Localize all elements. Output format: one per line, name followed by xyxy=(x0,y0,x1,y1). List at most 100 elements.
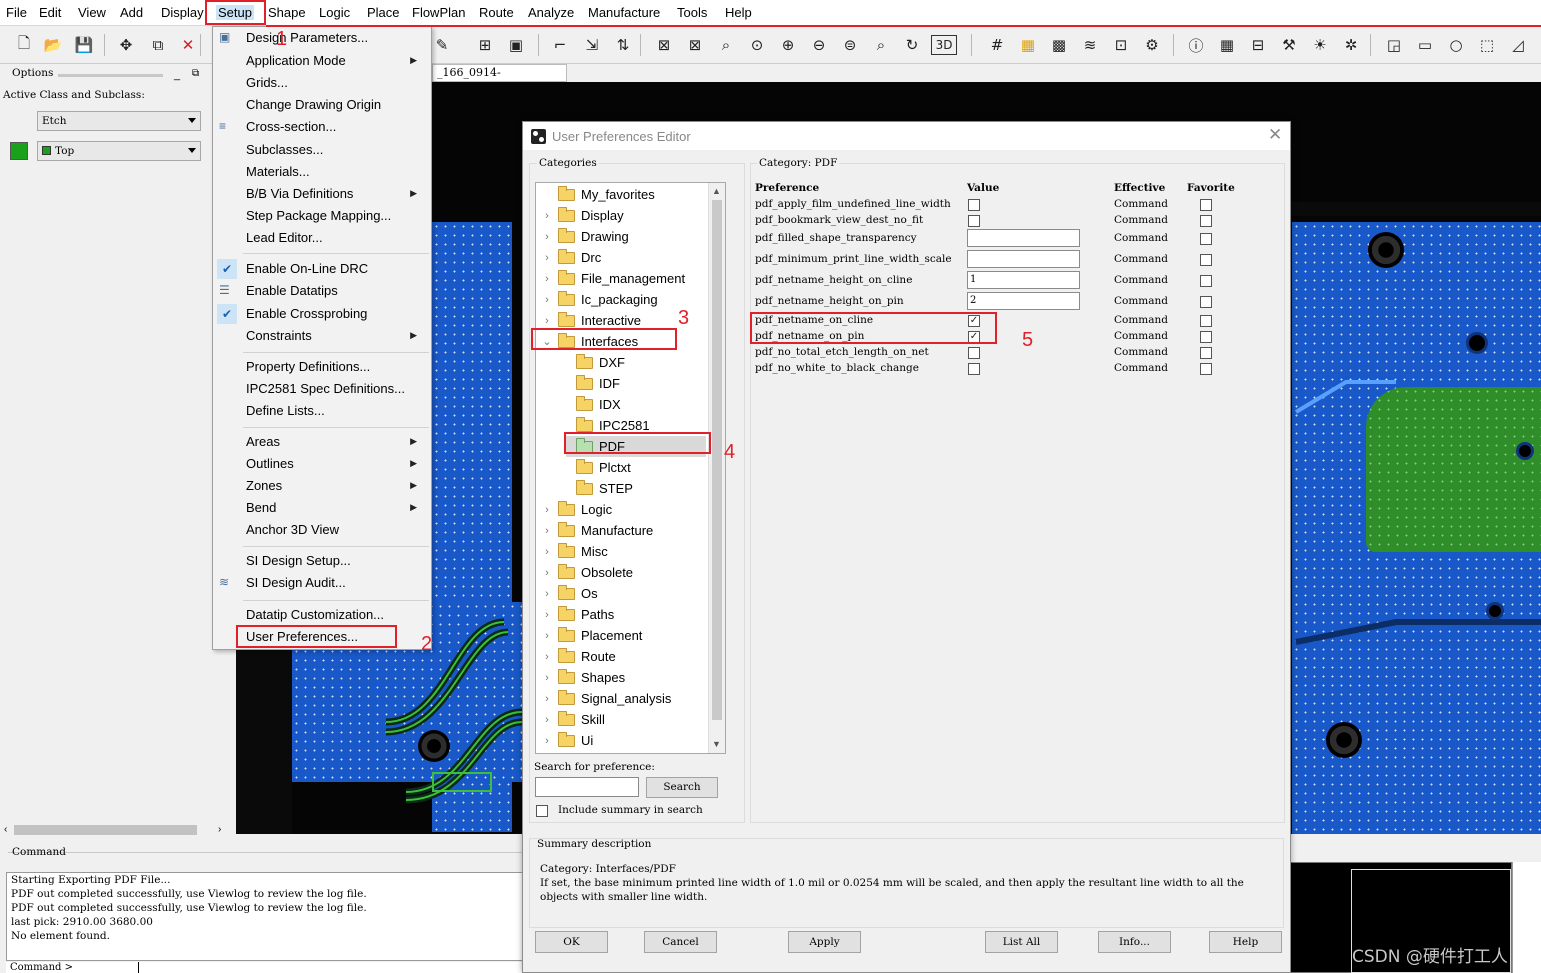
tree-item[interactable]: IPC2581 xyxy=(536,415,650,436)
setup-menu-item[interactable]: Lead Editor... xyxy=(246,230,323,245)
menu-help[interactable]: Help xyxy=(725,5,752,20)
chevron-right-icon[interactable]: › xyxy=(540,630,554,642)
setup-menu-item[interactable]: Design Parameters... xyxy=(246,30,368,45)
chevron-right-icon[interactable]: › xyxy=(540,315,554,327)
scroll-up-icon[interactable]: ▲ xyxy=(712,186,721,196)
save-icon[interactable]: 💾 xyxy=(72,33,96,57)
select-icon[interactable]: ⬚ xyxy=(1475,33,1499,57)
tree-item[interactable]: › Os xyxy=(536,583,598,604)
chevron-right-icon[interactable]: › xyxy=(540,504,554,516)
list-all-button[interactable]: List All xyxy=(985,931,1058,953)
menu-view[interactable]: View xyxy=(78,5,106,20)
world-view-scroll[interactable] xyxy=(1512,862,1541,973)
spellcheck-icon[interactable]: ✎ xyxy=(430,33,454,57)
menu-logic[interactable]: Logic xyxy=(319,5,350,20)
chevron-right-icon[interactable]: › xyxy=(540,252,554,264)
layers-icon[interactable]: ≋ xyxy=(1078,33,1102,57)
options-float-icon[interactable]: ⧉ xyxy=(192,68,199,79)
tree-item[interactable]: My_favorites xyxy=(536,184,655,205)
favorite-checkbox[interactable] xyxy=(1200,347,1212,359)
search-input[interactable] xyxy=(535,777,639,797)
preference-value-checkbox[interactable]: ✓ xyxy=(968,331,980,343)
tree-item[interactable]: › Misc xyxy=(536,541,608,562)
tree-item[interactable]: › Shapes xyxy=(536,667,625,688)
tree-item[interactable]: IDF xyxy=(536,373,620,394)
menu-display[interactable]: Display xyxy=(161,5,204,20)
cm-icon[interactable]: ⊡ xyxy=(1109,33,1133,57)
subclass-color-swatch[interactable] xyxy=(10,142,28,160)
chevron-right-icon[interactable]: › xyxy=(540,651,554,663)
shadow-icon[interactable]: ▩ xyxy=(1047,33,1071,57)
chevron-right-icon[interactable]: › xyxy=(540,609,554,621)
info-button[interactable]: Info... xyxy=(1098,931,1171,953)
setup-menu-item[interactable]: Enable On-Line DRC xyxy=(246,261,368,276)
delay-tune-icon[interactable]: ⇅ xyxy=(611,33,635,57)
apply-button[interactable]: Apply xyxy=(788,931,861,953)
setup-menu-item[interactable]: Step Package Mapping... xyxy=(246,208,391,223)
cancel-button[interactable]: Cancel xyxy=(644,931,717,953)
class-dropdown[interactable]: Etch xyxy=(37,111,201,131)
favorite-checkbox[interactable] xyxy=(1200,363,1212,375)
setup-menu-item[interactable]: Datatip Customization... xyxy=(246,607,384,622)
preference-value-field[interactable]: 1 xyxy=(967,271,1080,289)
setup-menu-item[interactable]: Subclasses... xyxy=(246,142,323,157)
chevron-right-icon[interactable]: › xyxy=(540,525,554,537)
new-file-icon[interactable]: 🗋 xyxy=(12,33,36,57)
dehighlight-icon[interactable]: ✲ xyxy=(1339,33,1363,57)
menu-edit[interactable]: Edit xyxy=(39,5,61,20)
tree-item[interactable]: › Placement xyxy=(536,625,642,646)
search-button[interactable]: Search xyxy=(646,777,718,798)
preference-value-field[interactable]: 2 xyxy=(967,292,1080,310)
preference-value-checkbox[interactable]: ✓ xyxy=(968,315,980,327)
setup-menu-item[interactable]: Change Drawing Origin xyxy=(246,97,381,112)
copy-icon[interactable]: ⧉ xyxy=(146,33,170,57)
menu-file[interactable]: File xyxy=(6,5,27,20)
scroll-thumb[interactable] xyxy=(14,825,197,835)
chevron-right-icon[interactable]: › xyxy=(540,273,554,285)
tree-item[interactable]: › Manufacture xyxy=(536,520,653,541)
ok-button[interactable]: OK xyxy=(535,931,608,953)
tree-item[interactable]: › Signal_analysis xyxy=(536,688,671,709)
tree-item[interactable]: PDF xyxy=(566,436,706,457)
setup-menu-item[interactable]: Materials... xyxy=(246,164,310,179)
tree-item[interactable]: › Obsolete xyxy=(536,562,633,583)
view-3d-icon[interactable]: 3D xyxy=(931,35,957,55)
chevron-right-icon[interactable]: › xyxy=(540,735,554,747)
tree-item[interactable]: › Logic xyxy=(536,499,612,520)
circle-icon[interactable]: ○ xyxy=(1444,33,1468,57)
tree-item[interactable]: › Display xyxy=(536,205,624,226)
chevron-right-icon[interactable]: › xyxy=(540,672,554,684)
chevron-down-icon[interactable]: ⌄ xyxy=(540,335,554,348)
zoom-prev-icon[interactable]: ⌕ xyxy=(869,33,893,57)
tree-item[interactable]: › Ui xyxy=(536,730,593,751)
help-button[interactable]: Help xyxy=(1209,931,1282,953)
tree-item[interactable]: › Route xyxy=(536,646,616,667)
menu-flowplan[interactable]: FlowPlan xyxy=(412,5,465,20)
tree-item[interactable]: › Drawing xyxy=(536,226,629,247)
setup-menu-item[interactable]: Constraints xyxy=(246,328,312,343)
setup-menu-item[interactable]: Bend xyxy=(246,500,276,515)
brush-icon[interactable]: ⚒ xyxy=(1277,33,1301,57)
setup-menu-item[interactable]: IPC2581 Spec Definitions... xyxy=(246,381,405,396)
spreadsheet-icon[interactable]: ▦ xyxy=(1215,33,1239,57)
fanout-icon[interactable]: ⊠ xyxy=(652,33,676,57)
tree-item[interactable]: Plctxt xyxy=(536,457,631,478)
tree-scroll-thumb[interactable] xyxy=(712,200,722,720)
setup-menu-item[interactable]: SI Design Audit... xyxy=(246,575,346,590)
setup-menu-item[interactable]: Areas xyxy=(246,434,280,449)
setup-menu-item[interactable]: Enable Crossprobing xyxy=(246,306,367,321)
highlight-icon[interactable]: ☀ xyxy=(1308,33,1332,57)
delete-icon[interactable]: ✕ xyxy=(176,33,200,57)
favorite-checkbox[interactable] xyxy=(1200,331,1212,343)
setup-menu-item[interactable]: Grids... xyxy=(246,75,288,90)
tree-item[interactable]: › Ic_packaging xyxy=(536,289,658,310)
setup-menu-item[interactable]: Enable Datatips xyxy=(246,283,338,298)
ruler-icon[interactable]: ⊟ xyxy=(1246,33,1270,57)
tree-item[interactable]: › File_management xyxy=(536,268,685,289)
options-minimize-icon[interactable]: _ xyxy=(174,69,180,81)
chevron-right-icon[interactable]: › xyxy=(540,210,554,222)
category-tree[interactable]: My_favorites › Display › Drawing › Drc › File_ma… xyxy=(535,182,726,754)
tree-item[interactable]: STEP xyxy=(536,478,633,499)
sub-drawing-icon[interactable]: ▣ xyxy=(504,33,528,57)
menu-manufacture[interactable]: Manufacture xyxy=(588,5,660,20)
